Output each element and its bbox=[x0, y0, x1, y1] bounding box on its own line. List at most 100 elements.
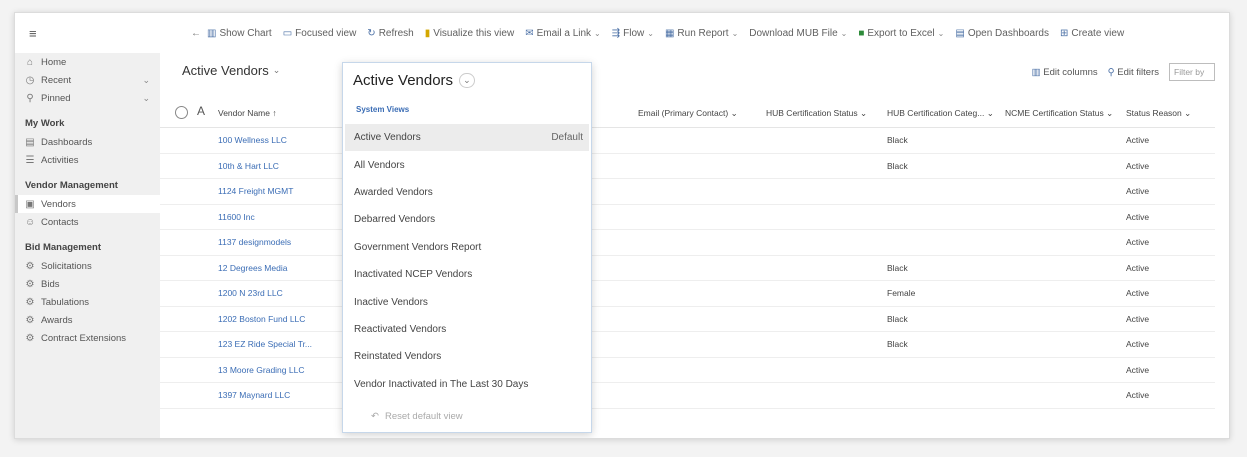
main-content: Active Vendors ⌄ ▥ Edit columns ⚲ Edit f… bbox=[160, 53, 1229, 438]
edit-columns-button[interactable]: ▥ Edit columns bbox=[1032, 67, 1098, 78]
table-row[interactable]: 11600 Inc Active bbox=[160, 205, 1215, 230]
reset-icon: ↶ bbox=[371, 411, 379, 422]
show-chart-button[interactable]: ▥ Show Chart bbox=[207, 28, 272, 39]
vendor-name-link[interactable]: 123 EZ Ride Special Tr... bbox=[218, 339, 312, 349]
table-row[interactable]: 1124 Freight MGMT Active bbox=[160, 179, 1215, 205]
edit-filters-label: Edit filters bbox=[1117, 66, 1159, 78]
table-row[interactable]: 1202 Boston Fund LLC Black Active bbox=[160, 307, 1215, 332]
contract-extensions-icon: ⚙ bbox=[25, 332, 35, 344]
select-all-radio[interactable] bbox=[175, 106, 188, 119]
view-option[interactable]: Awarded Vendors bbox=[345, 179, 589, 206]
sidebar-item-recent[interactable]: ◷ Recent ⌄ bbox=[15, 71, 160, 89]
focused-view-button[interactable]: ▭ Focused view bbox=[283, 28, 357, 39]
table-row[interactable]: 1137 designmodels Active bbox=[160, 230, 1215, 256]
sidebar-item-contract-extensions[interactable]: ⚙ Contract Extensions bbox=[15, 329, 160, 347]
back-icon[interactable]: ← bbox=[185, 28, 207, 39]
dropdown-section-label: System Views bbox=[356, 105, 410, 114]
run-report-icon: ▦ bbox=[664, 27, 675, 39]
view-option[interactable]: Reinstated Vendors bbox=[345, 343, 589, 370]
status-reason-cell: Active bbox=[1126, 339, 1150, 349]
view-option-label: Government Vendors Report bbox=[354, 241, 482, 253]
sidebar-item-home[interactable]: ⌂ Home bbox=[15, 53, 160, 71]
view-option[interactable]: All Vendors bbox=[345, 151, 589, 178]
vendor-name-link[interactable]: 13 Moore Grading LLC bbox=[218, 365, 304, 375]
table-row[interactable]: 13 Moore Grading LLC Active bbox=[160, 358, 1215, 383]
view-option[interactable]: Reactivated Vendors bbox=[345, 316, 589, 343]
view-option-label: Debarred Vendors bbox=[354, 214, 436, 226]
refresh-button[interactable]: ↻ Refresh bbox=[367, 28, 413, 39]
view-option[interactable]: Inactive Vendors bbox=[345, 288, 589, 315]
dashboard-icon: ▤ bbox=[25, 136, 35, 148]
status-reason-cell: Active bbox=[1126, 390, 1150, 400]
status-reason-cell: Active bbox=[1126, 135, 1150, 145]
view-selector[interactable]: Active Vendors ⌄ bbox=[182, 63, 280, 78]
vendor-name-link[interactable]: 12 Degrees Media bbox=[218, 263, 287, 273]
hub-category-cell: Black bbox=[887, 339, 908, 349]
chevron-down-icon: ⌄ bbox=[459, 73, 475, 88]
edit-filters-icon: ⚲ bbox=[1107, 66, 1115, 78]
view-option[interactable]: Government Vendors Report bbox=[345, 234, 589, 261]
sidebar-item-solicitations[interactable]: ⚙ Solicitations bbox=[15, 257, 160, 275]
reset-default-view-button[interactable]: ↶ Reset default view bbox=[371, 411, 463, 422]
sidebar-item-label: Awards bbox=[41, 314, 73, 326]
column-header-hub-status[interactable]: HUB Certification Status ⌄ bbox=[766, 108, 867, 119]
vendor-name-link[interactable]: 1397 Maynard LLC bbox=[218, 390, 290, 400]
grid-header: A Vendor Name ↑ Email (Primary Contact) … bbox=[160, 99, 1215, 128]
edit-filters-button[interactable]: ⚲ Edit filters bbox=[1108, 67, 1159, 78]
status-reason-cell: Active bbox=[1126, 313, 1150, 324]
sidebar-item-contacts[interactable]: ☺ Contacts bbox=[15, 213, 160, 231]
create-view-button[interactable]: ⊞ Create view bbox=[1060, 28, 1124, 39]
view-option[interactable]: Vendor Inactivated in The Last 30 Days bbox=[345, 371, 589, 398]
table-row[interactable]: 123 EZ Ride Special Tr... Black Active bbox=[160, 332, 1215, 358]
table-row[interactable]: 12 Degrees Media Black Active bbox=[160, 256, 1215, 281]
hamburger-icon[interactable]: ≡ bbox=[29, 26, 49, 41]
open-dashboards-button[interactable]: ▤ Open Dashboards bbox=[955, 28, 1049, 39]
column-header-email[interactable]: Email (Primary Contact) ⌄ bbox=[638, 108, 738, 119]
sidebar-item-activities[interactable]: ☰ Activities bbox=[15, 151, 160, 169]
view-option[interactable]: Debarred Vendors bbox=[345, 206, 589, 233]
vendor-name-link[interactable]: 1202 Boston Fund LLC bbox=[218, 314, 305, 324]
vendor-name-link[interactable]: 10th & Hart LLC bbox=[218, 161, 279, 171]
vendor-name-link[interactable]: 1200 N 23rd LLC bbox=[218, 288, 283, 298]
visualize-icon: ▮ bbox=[424, 27, 431, 39]
export-to-excel-button[interactable]: ■ Export to Excel ⌄ bbox=[858, 28, 944, 39]
table-row[interactable]: 100 Wellness LLC Black Active bbox=[160, 128, 1215, 154]
hub-category-cell: Black bbox=[887, 160, 908, 171]
table-row[interactable]: 1397 Maynard LLC Active bbox=[160, 383, 1215, 409]
sidebar-item-label: Pinned bbox=[41, 92, 71, 104]
view-option[interactable]: Inactivated NCEP Vendors bbox=[345, 261, 589, 288]
vendor-name-link[interactable]: 1124 Freight MGMT bbox=[218, 186, 293, 196]
sidebar-item-vendors[interactable]: ▣ Vendors bbox=[15, 195, 160, 213]
dropdown-title[interactable]: Active Vendors ⌄ bbox=[353, 72, 475, 89]
sidebar-item-bids[interactable]: ⚙ Bids bbox=[15, 275, 160, 293]
vendor-name-link[interactable]: 1137 designmodels bbox=[218, 237, 291, 247]
column-header-hub-category[interactable]: HUB Certification Categ... ⌄ bbox=[887, 108, 994, 119]
vendor-name-link[interactable]: 100 Wellness LLC bbox=[218, 135, 287, 145]
visualize-this-view-button[interactable]: ▮ Visualize this view bbox=[425, 28, 514, 39]
table-row[interactable]: 1200 N 23rd LLC Female Active bbox=[160, 281, 1215, 307]
sidebar-item-dashboards[interactable]: ▤ Dashboards bbox=[15, 133, 160, 151]
table-row[interactable]: 10th & Hart LLC Black Active bbox=[160, 154, 1215, 179]
flow-button[interactable]: ⇶ Flow ⌄ bbox=[612, 28, 654, 39]
download-mub-file-button[interactable]: Download MUB File ⌄ bbox=[749, 28, 847, 39]
view-option-label: Inactive Vendors bbox=[354, 296, 428, 308]
email-a-link-button[interactable]: ✉ Email a Link ⌄ bbox=[525, 28, 601, 39]
filter-input[interactable]: Filter by bbox=[1169, 63, 1215, 81]
vendor-name-link[interactable]: 11600 Inc bbox=[218, 212, 255, 222]
grid-actions: ▥ Edit columns ⚲ Edit filters Filter by bbox=[1032, 63, 1215, 81]
run-report-button[interactable]: ▦ Run Report ⌄ bbox=[665, 28, 738, 39]
column-header-vendor-name[interactable]: Vendor Name ↑ bbox=[218, 108, 277, 118]
sidebar-item-awards[interactable]: ⚙ Awards bbox=[15, 311, 160, 329]
view-option[interactable]: Active Vendors Default bbox=[345, 124, 589, 152]
sort-az-icon[interactable]: A bbox=[197, 104, 205, 118]
sidebar-item-pinned[interactable]: ⚲ Pinned ⌄ bbox=[15, 89, 160, 107]
view-option-label: Vendor Inactivated in The Last 30 Days bbox=[354, 378, 529, 390]
column-header-ncme-status[interactable]: NCME Certification Status ⌄ bbox=[1005, 108, 1113, 119]
chevron-down-icon: ⌄ bbox=[937, 28, 945, 38]
sidebar-item-tabulations[interactable]: ⚙ Tabulations bbox=[15, 293, 160, 311]
status-reason-cell: Active bbox=[1126, 288, 1150, 298]
sidebar-group-title: My Work bbox=[25, 117, 65, 129]
column-header-status-reason[interactable]: Status Reason ⌄ bbox=[1126, 108, 1191, 119]
show-chart-label: Show Chart bbox=[219, 27, 272, 39]
export-to-excel-label: Export to Excel bbox=[867, 27, 935, 39]
